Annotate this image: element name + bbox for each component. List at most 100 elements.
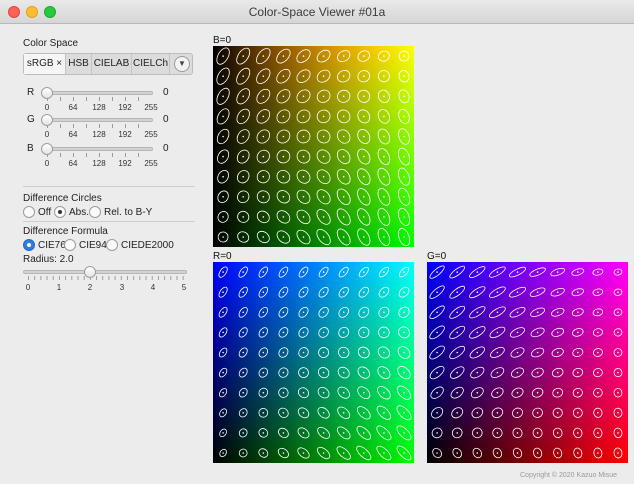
tab-srgb[interactable]: sRGB × — [24, 54, 66, 74]
slider-r-tick-label: 192 — [118, 103, 132, 112]
slider-b-value: 0 — [163, 143, 169, 154]
difference-circle-center — [302, 55, 305, 57]
difference-circle-center — [383, 175, 385, 178]
difference-circle-center — [262, 236, 265, 238]
difference-circle-center — [322, 452, 325, 454]
difference-circle-center — [282, 175, 285, 178]
difference-circle-center — [436, 432, 438, 434]
difference-circle-center — [282, 155, 285, 158]
difference-circle-center — [577, 391, 579, 394]
difference-circle-center — [222, 95, 224, 98]
radius-slider-track[interactable] — [23, 270, 187, 274]
slider-b-thumb[interactable] — [41, 143, 53, 155]
difference-circle-center — [363, 75, 365, 77]
slider-r-thumb[interactable] — [41, 87, 53, 99]
difference-circle-center — [222, 412, 224, 414]
difference-formula-heading: Difference Formula — [23, 226, 108, 237]
difference-circle-center — [342, 216, 345, 218]
difference-circle-center — [617, 452, 619, 454]
difference-circle-center — [282, 351, 285, 354]
difference-circle-center — [363, 412, 365, 414]
tab-hsb[interactable]: HSB — [66, 54, 92, 74]
difference-circle-center — [403, 391, 405, 394]
difference-circle-center — [597, 291, 599, 293]
radio-formula-cie76[interactable] — [23, 239, 35, 251]
difference-circle-center — [242, 432, 244, 434]
difference-circle-center — [342, 351, 345, 354]
plot-b0-ellipses — [216, 47, 411, 247]
tab-cielch[interactable]: CIELCh — [132, 54, 170, 74]
difference-circle-center — [242, 331, 244, 334]
slider-g-tick-label: 128 — [92, 130, 106, 139]
difference-circle-center — [262, 391, 265, 394]
difference-circle-center — [536, 371, 539, 374]
difference-circle-center — [222, 391, 224, 394]
radio-formula-cie94[interactable] — [64, 239, 76, 251]
slider-b-track[interactable] — [43, 147, 153, 151]
slider-b-ticks — [47, 153, 151, 157]
slider-g-tick-label: 0 — [44, 130, 50, 139]
slider-r-track[interactable] — [43, 91, 153, 95]
difference-circle-center — [617, 331, 619, 334]
difference-circle-center — [222, 371, 224, 374]
difference-circle-center — [403, 155, 405, 158]
color-space-heading: Color Space — [23, 38, 79, 49]
radius-tick-label: 0 — [25, 283, 31, 292]
difference-circle-center — [383, 135, 385, 138]
difference-circle-center — [597, 452, 599, 454]
difference-circle-center — [403, 216, 405, 218]
radio-formula-cie76-label: CIE76 — [38, 240, 66, 251]
difference-circle-center — [436, 452, 438, 454]
difference-circle-center — [496, 311, 499, 314]
tab-overflow-menu-button[interactable]: ▼ — [174, 56, 190, 72]
difference-circle-center — [342, 135, 345, 138]
difference-circle-center — [262, 115, 265, 118]
plot-g0-ellipses — [429, 265, 623, 459]
difference-circle-center — [476, 311, 479, 314]
radius-tick-label: 3 — [119, 283, 125, 292]
difference-circle-center — [536, 271, 539, 273]
difference-circle-center — [302, 351, 305, 354]
difference-circle-center — [342, 271, 345, 273]
difference-circle-center — [282, 412, 285, 414]
plot-b0[interactable] — [213, 46, 414, 247]
tab-cielab[interactable]: CIELAB — [92, 54, 132, 74]
difference-circle-center — [577, 271, 579, 273]
difference-circle-center — [242, 371, 244, 374]
difference-circle-center — [342, 155, 345, 158]
radio-formula-ciede2000[interactable] — [106, 239, 118, 251]
difference-circle-center — [322, 412, 325, 414]
difference-circle-center — [282, 311, 285, 314]
radio-circles-off[interactable] — [23, 206, 35, 218]
radio-circles-rel[interactable] — [89, 206, 101, 218]
difference-circle-center — [322, 55, 325, 57]
slider-g-track[interactable] — [43, 118, 153, 122]
radio-circles-abs[interactable] — [54, 206, 66, 218]
difference-circle-center — [222, 175, 224, 178]
difference-circle-center — [403, 331, 405, 334]
difference-circle-center — [363, 135, 365, 138]
difference-circle-center — [342, 432, 345, 434]
slider-b-label: B — [27, 143, 34, 154]
difference-circle-center — [222, 452, 224, 454]
difference-circle-center — [363, 95, 365, 98]
difference-circle-center — [403, 452, 405, 454]
difference-circle-center — [282, 216, 285, 218]
difference-circle-center — [597, 311, 599, 314]
radius-tick-label: 2 — [87, 283, 93, 292]
difference-circle-center — [262, 371, 265, 374]
radius-slider-ticks — [28, 276, 185, 280]
difference-circle-center — [403, 351, 405, 354]
difference-circle-center — [617, 412, 619, 414]
plot-r0[interactable] — [213, 262, 414, 463]
difference-circle-center — [363, 391, 365, 394]
difference-circle-center — [302, 412, 305, 414]
difference-circle-center — [242, 412, 244, 414]
difference-circle-center — [262, 175, 265, 178]
difference-circle-center — [302, 175, 305, 178]
slider-g-thumb[interactable] — [41, 114, 53, 126]
difference-circle-center — [322, 311, 325, 314]
difference-circle-center — [516, 452, 519, 454]
plot-g0[interactable] — [427, 262, 628, 463]
difference-circle-center — [322, 371, 325, 374]
